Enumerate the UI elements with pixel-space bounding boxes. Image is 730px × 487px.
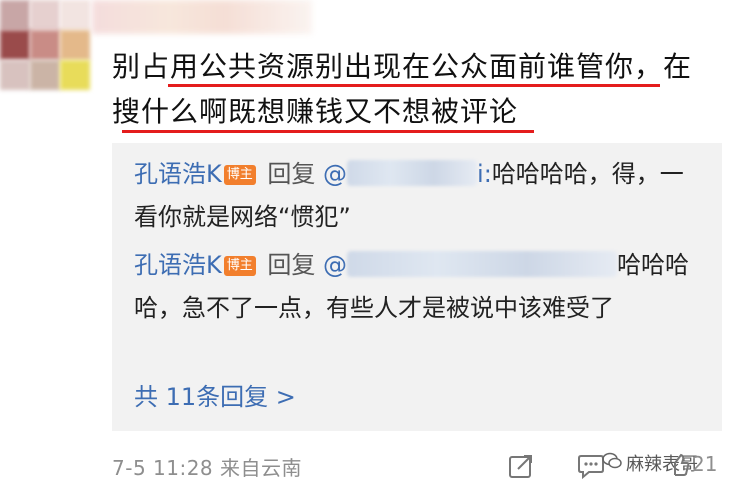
mention-link[interactable]: @ [323, 251, 618, 279]
mention-link[interactable]: @ i: [323, 160, 492, 188]
replies-panel: 孔语浩K 博主 回复 @ i:哈哈哈哈，得，一看你就是网络“惯犯” 孔语浩K 博主 回… [112, 143, 722, 431]
reply-username[interactable]: 孔语浩K [134, 251, 222, 279]
comment-line-2: 搜什么啊既想赚钱又不想被评论 [112, 95, 519, 128]
mention-at: @ [323, 251, 348, 279]
comment-line-1: 别占用公共资源别出现在公众面前谁管你，在 [112, 50, 693, 83]
mention-at: @ [323, 160, 348, 188]
red-underline-2 [122, 130, 534, 133]
timestamp: 7-5 11:28 来自云南 [112, 456, 303, 480]
comment-body: 别占用公共资源别出现在公众面前谁管你，在 搜什么啊既想赚钱又不想被评论 [112, 44, 722, 134]
like-icon[interactable] [672, 453, 690, 481]
red-underline-1 [168, 84, 660, 87]
share-icon[interactable] [508, 453, 534, 483]
reply-username[interactable]: 孔语浩K [134, 160, 222, 188]
like-count: 21 [692, 452, 718, 476]
comment-icon[interactable] [577, 453, 605, 483]
mention-blurred [347, 160, 478, 186]
mention-suffix: i: [477, 160, 492, 188]
avatar[interactable] [0, 0, 92, 92]
username-blurred [92, 0, 312, 34]
mention-blurred [347, 251, 618, 277]
more-replies-link[interactable]: 共 11条回复 > [134, 379, 296, 415]
reply-label: 回复 [267, 251, 316, 279]
comment-footer: 7-5 11:28 来自云南 麻辣表哥 21 [0, 450, 730, 487]
reply-item: 孔语浩K 博主 回复 @ 哈哈哈哈，急不了一点，有些人才是被说中该难受了 [134, 244, 694, 330]
reply-item: 孔语浩K 博主 回复 @ i:哈哈哈哈，得，一看你就是网络“惯犯” [134, 153, 694, 239]
author-badge: 博主 [223, 165, 256, 185]
author-badge: 博主 [223, 256, 256, 276]
reply-label: 回复 [267, 160, 316, 188]
wechat-icon [602, 452, 622, 475]
